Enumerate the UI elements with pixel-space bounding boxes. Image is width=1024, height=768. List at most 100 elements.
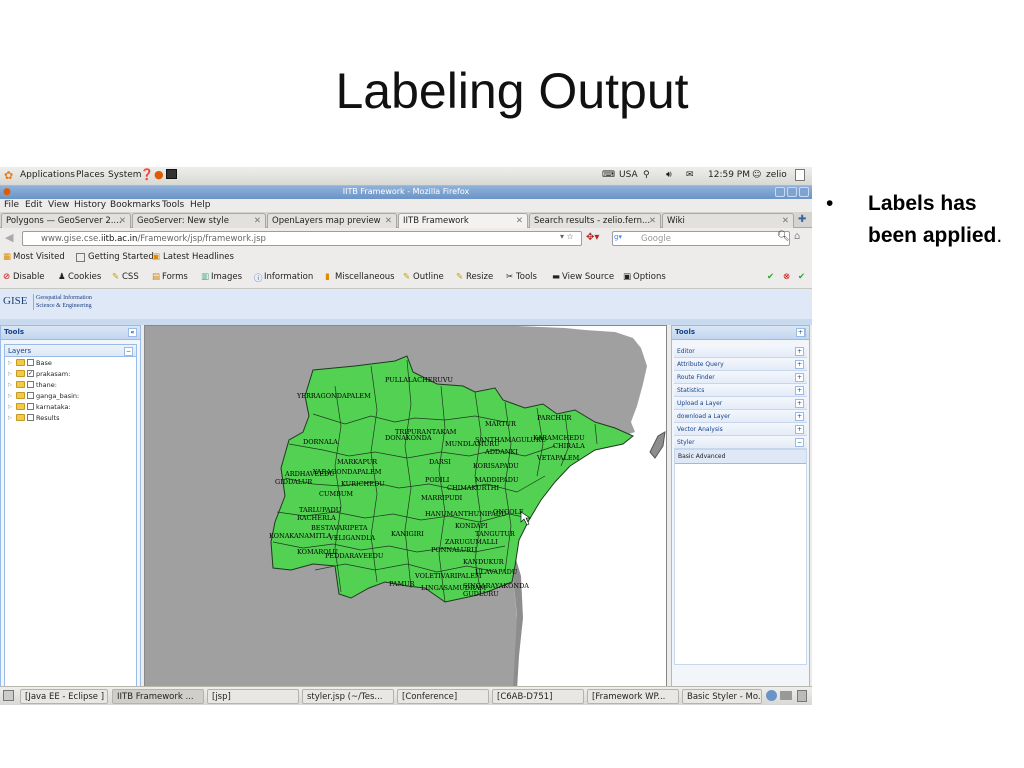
tool-styler[interactable]: Styler − (674, 436, 807, 449)
dev-information[interactable]: Information (264, 272, 313, 282)
expand-icon[interactable]: ▷ (8, 404, 14, 410)
close-tab-icon[interactable]: ✕ (385, 216, 392, 226)
addon-icon[interactable]: ✥▾ (586, 232, 599, 243)
task-c6ab[interactable]: [C6AB-D751] (492, 689, 584, 704)
layer-checkbox[interactable] (27, 359, 34, 366)
search-input[interactable]: Google (612, 231, 790, 246)
layer-node[interactable]: ▷ thane: (5, 379, 136, 390)
task-basic-styler[interactable]: Basic Styler - Mo... (682, 689, 762, 704)
expand-icon[interactable]: ▷ (8, 382, 14, 388)
dev-forms[interactable]: Forms (162, 272, 188, 282)
tool-download-layer[interactable]: download a Layer + (674, 410, 807, 423)
keyboard-layout[interactable]: USA (619, 170, 638, 180)
dev-tools[interactable]: Tools (516, 272, 537, 282)
network-icon[interactable]: ⚲ (643, 170, 650, 180)
dev-cookies[interactable]: Cookies (68, 272, 101, 282)
layer-checkbox-checked[interactable]: ✓ (27, 370, 34, 377)
help-launcher-icon[interactable]: ❓ (140, 168, 154, 181)
dev-outline[interactable]: Outline (413, 272, 444, 282)
search-icon[interactable]: 🔍︎ (777, 231, 790, 242)
error-icon[interactable]: ⊗ (783, 272, 790, 282)
map-svg[interactable]: PULLALACHERUVU YERRAGONDAPALEM MARTUR PA… (145, 326, 667, 689)
check-icon[interactable]: ✔ (767, 272, 774, 282)
firefox-launcher-icon[interactable]: ● (154, 168, 164, 181)
minimize-button[interactable] (775, 187, 785, 197)
menu-system[interactable]: System (108, 170, 142, 180)
close-window-button[interactable] (799, 187, 809, 197)
menu-bookmarks[interactable]: Bookmarks (110, 200, 160, 210)
expand-icon[interactable]: ▷ (8, 360, 14, 366)
bookmark-getting-started[interactable]: Getting Started (88, 252, 154, 262)
dev-images[interactable]: Images (211, 272, 242, 282)
tab-search-results[interactable]: Search results - zelio.fern... ✕ (529, 213, 661, 228)
url-bar[interactable]: www.gise.cse.iitb.ac.in/Framework/jsp/fr… (22, 231, 582, 246)
task-styler-jsp[interactable]: styler.jsp (~/Tes... (302, 689, 394, 704)
tool-vector-analysis[interactable]: Vector Analysis + (674, 423, 807, 436)
dev-disable[interactable]: Disable (13, 272, 45, 282)
layer-node[interactable]: ▷ karnataka: (5, 401, 136, 412)
terminal-launcher-icon[interactable] (166, 169, 177, 179)
close-tab-icon[interactable]: ✕ (649, 216, 656, 226)
dev-resize[interactable]: Resize (466, 272, 493, 282)
close-tab-icon[interactable]: ✕ (119, 216, 126, 226)
tab-polygons-geoserver[interactable]: Polygons — GeoServer 2.... ✕ (1, 213, 131, 228)
menu-help[interactable]: Help (190, 200, 211, 210)
tool-statistics[interactable]: Statistics + (674, 384, 807, 397)
collapse-icon[interactable]: − (795, 438, 804, 447)
menu-applications[interactable]: Applications (20, 170, 75, 180)
menu-history[interactable]: History (74, 200, 106, 210)
expand-icon[interactable]: + (795, 412, 804, 421)
task-jsp[interactable]: [jsp] (207, 689, 299, 704)
expand-icon[interactable]: + (795, 386, 804, 395)
menu-places[interactable]: Places (76, 170, 105, 180)
styler-tabs[interactable]: Basic Advanced (675, 450, 806, 464)
user-name[interactable]: zelio (766, 170, 787, 180)
trash-icon[interactable] (797, 690, 807, 702)
bookmark-latest-headlines[interactable]: Latest Headlines (163, 252, 234, 262)
menu-view[interactable]: View (48, 200, 69, 210)
dev-options[interactable]: Options (633, 272, 666, 282)
expand-icon[interactable]: + (795, 347, 804, 356)
expand-icon[interactable]: + (795, 425, 804, 434)
layer-checkbox[interactable] (27, 403, 34, 410)
dev-css[interactable]: CSS (122, 272, 139, 282)
new-tab-icon[interactable]: ✚ (798, 214, 806, 225)
check-icon-2[interactable]: ✔ (798, 272, 805, 282)
layer-checkbox[interactable] (27, 392, 34, 399)
home-icon[interactable]: ⌂ (794, 231, 800, 242)
maximize-button[interactable] (787, 187, 797, 197)
dropdown-star-icon[interactable]: ▾ ☆ (560, 232, 574, 241)
show-desktop-icon[interactable] (3, 690, 14, 701)
task-iitb-framework[interactable]: IITB Framework ... (112, 689, 204, 704)
layer-node[interactable]: ▷ Results (5, 412, 136, 423)
tool-route-finder[interactable]: Route Finder + (674, 371, 807, 384)
tool-upload-layer[interactable]: Upload a Layer + (674, 397, 807, 410)
close-tab-icon[interactable]: ✕ (516, 216, 523, 226)
task-conference[interactable]: [Conference] (397, 689, 489, 704)
expand-icon[interactable]: ▷ (8, 371, 14, 377)
task-framework-wp[interactable]: [Framework WP... (587, 689, 679, 704)
collapse-layers-icon[interactable]: − (124, 347, 133, 356)
layer-checkbox[interactable] (27, 414, 34, 421)
add-icon[interactable]: + (796, 328, 805, 337)
tool-attribute-query[interactable]: Attribute Query + (674, 358, 807, 371)
shutdown-icon[interactable] (795, 169, 805, 181)
collapse-left-icon[interactable]: « (128, 328, 137, 337)
layer-node[interactable]: ▷ ✓ prakasam: (5, 368, 136, 379)
menu-tools[interactable]: Tools (162, 200, 184, 210)
layer-checkbox[interactable] (27, 381, 34, 388)
tab-iitb-framework[interactable]: IITB Framework ✕ (398, 213, 528, 228)
close-tab-icon[interactable]: ✕ (254, 216, 261, 226)
task-eclipse[interactable]: [Java EE - Eclipse ] (20, 689, 108, 704)
expand-icon[interactable]: + (795, 360, 804, 369)
menu-edit[interactable]: Edit (25, 200, 42, 210)
map-viewport[interactable]: PULLALACHERUVU YERRAGONDAPALEM MARTUR PA… (144, 325, 667, 689)
workspace-switcher[interactable] (780, 691, 792, 700)
tab-openlayers-preview[interactable]: OpenLayers map preview ✕ (267, 213, 397, 228)
expand-icon[interactable]: ▷ (8, 393, 14, 399)
expand-icon[interactable]: + (795, 399, 804, 408)
clock[interactable]: 12:59 PM (708, 170, 750, 180)
mail-icon[interactable]: ✉ (686, 170, 694, 180)
dev-view-source[interactable]: View Source (562, 272, 614, 282)
close-tab-icon[interactable]: ✕ (782, 216, 789, 226)
